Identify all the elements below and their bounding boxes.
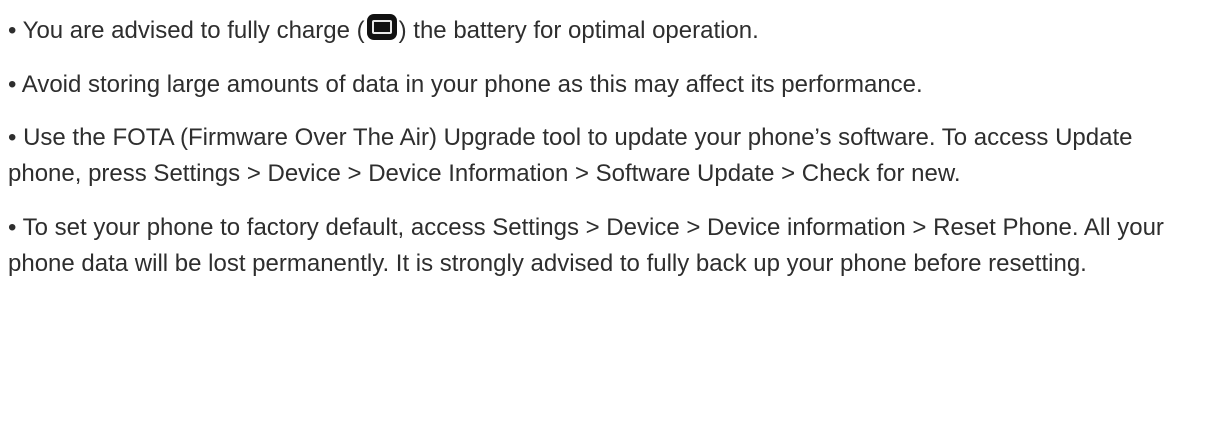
battery-full-icon xyxy=(366,14,397,40)
bullet-storage-warning: • Avoid storing large amounts of data in… xyxy=(8,71,923,98)
document-page: • You are advised to fully charge ( ) the… xyxy=(0,0,1216,431)
bullet-fota-upgrade: • Use the FOTA (Firmware Over The Air) U… xyxy=(8,124,1133,187)
bullet-charge-battery: • You are advised to fully charge ( ) the… xyxy=(8,13,1208,49)
bullet-charge-text-after: ) the battery for optimal operation. xyxy=(398,17,759,44)
bullet-factory-reset: • To set your phone to factory default, … xyxy=(8,214,1164,277)
bullet-charge-text-before: • You are advised to fully charge ( xyxy=(8,17,365,44)
